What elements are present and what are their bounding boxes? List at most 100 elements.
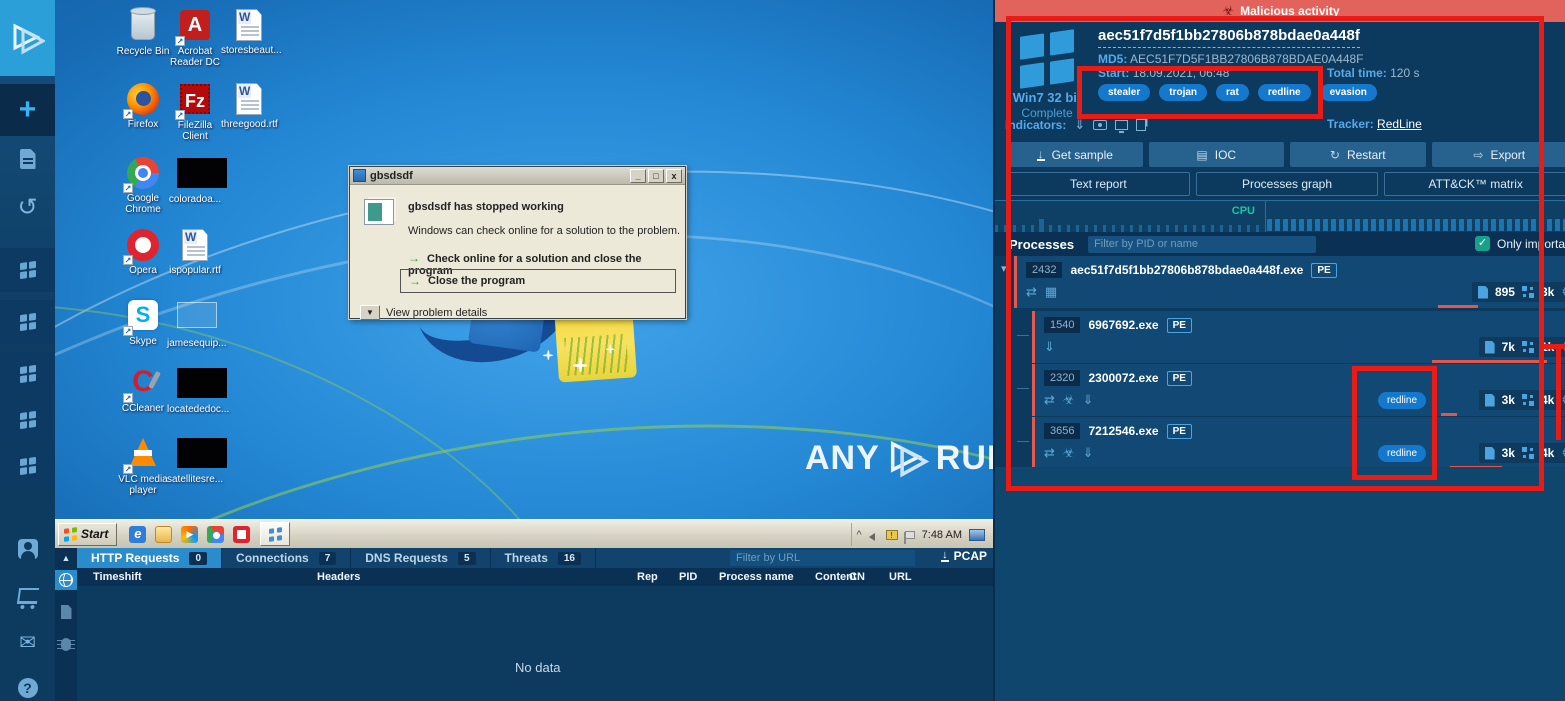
process-row[interactable]: 2320 2300072.exe PE ⇄ ☣ ⇓ redline 3k 4k … bbox=[1032, 364, 1565, 416]
sidebar-item-windows-2[interactable] bbox=[0, 300, 55, 344]
desktop-icon-ccleaner[interactable]: C↗CCleaner bbox=[115, 366, 171, 414]
tag-rat[interactable]: rat bbox=[1216, 84, 1249, 101]
tab-connections[interactable]: Connections 7 bbox=[222, 548, 351, 568]
tracker-link[interactable]: RedLine bbox=[1377, 117, 1422, 131]
mail-button[interactable]: ✉ bbox=[0, 626, 55, 658]
store-button[interactable] bbox=[0, 580, 55, 612]
registry-count[interactable]: 3k bbox=[1541, 285, 1554, 299]
files-view-button[interactable] bbox=[55, 602, 77, 622]
collapse-tree-caret[interactable]: ▾ bbox=[1001, 262, 1007, 275]
tab-http-requests[interactable]: HTTP Requests 0 bbox=[77, 548, 222, 568]
processes-graph-button[interactable]: Processes graph bbox=[1196, 172, 1379, 196]
get-sample-button[interactable]: ↓Get sample bbox=[1007, 142, 1143, 167]
desktop-icon-locatededoc[interactable]: locatededoc... bbox=[167, 366, 223, 415]
volume-icon[interactable] bbox=[869, 531, 879, 539]
process-row[interactable]: 1540 6967692.exe PE ⇓ 7k 1k ⚙ bbox=[1032, 311, 1565, 363]
chrome-taskbar-icon[interactable] bbox=[207, 526, 224, 543]
tab-threats[interactable]: Threats 16 bbox=[491, 548, 596, 568]
clock[interactable]: 7:48 AM bbox=[922, 529, 962, 541]
active-task-button[interactable] bbox=[260, 522, 290, 546]
pcap-download-button[interactable]: ↓ PCAP bbox=[941, 549, 987, 563]
profile-button[interactable] bbox=[0, 533, 55, 565]
ioc-button[interactable]: ▤IOC bbox=[1149, 142, 1285, 167]
files-count[interactable]: 3k bbox=[1502, 446, 1515, 460]
history-button[interactable]: ↺ bbox=[0, 190, 55, 224]
redline-tag[interactable]: redline bbox=[1378, 445, 1426, 462]
tag-redline[interactable]: redline bbox=[1258, 84, 1311, 101]
close-program-option[interactable]: →Close the program bbox=[400, 269, 676, 293]
anyrun-logo[interactable] bbox=[0, 0, 55, 76]
attck-matrix-button[interactable]: ATT&CK™ matrix bbox=[1384, 172, 1565, 196]
registry-count[interactable]: 1k bbox=[1541, 340, 1554, 354]
tray-expand-icon[interactable]: ^ bbox=[856, 529, 861, 541]
minimize-button[interactable]: _ bbox=[630, 169, 646, 183]
collapse-panel-button[interactable]: ▲ bbox=[55, 548, 77, 568]
restart-button[interactable]: ↻Restart bbox=[1290, 142, 1426, 167]
desktop-icon-coloradoa[interactable]: coloradoa... bbox=[167, 156, 223, 205]
desktop-icon-acrobat[interactable]: A↗Acrobat Reader DC bbox=[167, 8, 223, 68]
network-warning-icon[interactable]: ! bbox=[886, 530, 898, 540]
desktop-icon-opera[interactable]: ↗Opera bbox=[115, 228, 171, 276]
vm-desktop[interactable]: ANY RUN Recycle Bin A↗Acrobat Reader DC … bbox=[55, 0, 993, 519]
text-report-button[interactable]: Text report bbox=[1007, 172, 1190, 196]
only-important-checkbox[interactable]: ✓ bbox=[1475, 236, 1490, 251]
new-task-button[interactable]: + bbox=[0, 84, 55, 136]
action-center-flag-icon[interactable] bbox=[905, 531, 915, 539]
close-button[interactable]: x bbox=[666, 169, 682, 183]
process-name[interactable]: 6967692.exe bbox=[1088, 318, 1158, 332]
redline-tag[interactable]: redline bbox=[1378, 392, 1426, 409]
tasks-button[interactable] bbox=[0, 142, 55, 176]
network-view-button[interactable] bbox=[55, 570, 77, 590]
process-name[interactable]: 7212546.exe bbox=[1088, 424, 1158, 438]
desktop-icon-firefox[interactable]: ↗Firefox bbox=[115, 82, 171, 130]
tag-evasion[interactable]: evasion bbox=[1320, 84, 1377, 101]
desktop-icon-vlc[interactable]: ↗VLC media player bbox=[115, 436, 171, 496]
process-name[interactable]: aec51f7d5f1bb27806b878bdae0a448f.exe bbox=[1070, 263, 1303, 277]
desktop-icon-filezilla[interactable]: Fz↗FileZilla Client bbox=[167, 82, 223, 142]
desktop-icon-skype[interactable]: S↗Skype bbox=[115, 298, 171, 347]
show-desktop-button[interactable] bbox=[969, 529, 985, 541]
cpu-timeline[interactable]: CPU bbox=[995, 200, 1565, 232]
sidebar-item-windows-3[interactable] bbox=[0, 352, 55, 396]
files-count[interactable]: 3k bbox=[1502, 393, 1515, 407]
process-name[interactable]: 2300072.exe bbox=[1088, 371, 1158, 385]
registry-count[interactable]: 4k bbox=[1541, 393, 1554, 407]
sample-filename[interactable]: aec51f7d5f1bb27806b878bdae0a448f bbox=[1098, 27, 1360, 48]
sidebar-item-windows-4[interactable] bbox=[0, 398, 55, 442]
tag-stealer[interactable]: stealer bbox=[1098, 84, 1150, 101]
files-count[interactable]: 7k bbox=[1502, 340, 1515, 354]
media-player-icon[interactable]: ▶ bbox=[181, 526, 198, 543]
cpu-tab-label[interactable]: CPU bbox=[1232, 205, 1255, 217]
threats-view-button[interactable] bbox=[55, 634, 77, 654]
desktop-icon-recycle-bin[interactable]: Recycle Bin bbox=[115, 8, 171, 57]
files-count[interactable]: 895 bbox=[1495, 285, 1515, 299]
desktop-icon-satellitesre[interactable]: satellitesre... bbox=[167, 436, 223, 485]
help-button[interactable]: ? bbox=[0, 672, 55, 701]
tag-trojan[interactable]: trojan bbox=[1159, 84, 1207, 101]
desktop-icon-chrome[interactable]: ↗Google Chrome bbox=[115, 156, 171, 215]
only-important-label[interactable]: Only important bbox=[1497, 237, 1565, 251]
sidebar-item-windows-1[interactable] bbox=[0, 248, 55, 292]
desktop-icon-jamesequip[interactable]: jamesequip... bbox=[167, 298, 223, 349]
registry-count-icon bbox=[1522, 447, 1534, 459]
dialog-titlebar[interactable]: gbsdsdf _ □ x bbox=[350, 167, 685, 185]
tab-dns-requests[interactable]: DNS Requests 5 bbox=[351, 548, 490, 568]
details-expand-button[interactable]: ▼ bbox=[360, 305, 380, 320]
start-button[interactable]: Start bbox=[58, 523, 117, 546]
registry-count[interactable]: 4k bbox=[1541, 446, 1554, 460]
url-filter-input[interactable] bbox=[730, 550, 915, 566]
ie-icon[interactable]: e bbox=[129, 526, 146, 543]
folder-icon[interactable] bbox=[155, 526, 172, 543]
process-row[interactable]: 2432 aec51f7d5f1bb27806b878bdae0a448f.ex… bbox=[1014, 256, 1565, 308]
opera-taskbar-icon[interactable] bbox=[233, 526, 250, 543]
view-details-label[interactable]: View problem details bbox=[386, 307, 487, 319]
process-row[interactable]: 3656 7212546.exe PE ⇄ ☣ ⇓ redline 3k 4k … bbox=[1032, 417, 1565, 469]
desktop-icon-storesbeaut[interactable]: storesbeaut... bbox=[221, 8, 277, 56]
desktop-icon-threegood[interactable]: threegood.rtf bbox=[221, 82, 277, 130]
process-filter-input[interactable] bbox=[1088, 236, 1316, 253]
indicator-monitor-icon bbox=[1115, 120, 1128, 130]
maximize-button[interactable]: □ bbox=[648, 169, 664, 183]
sidebar-item-windows-5[interactable] bbox=[0, 444, 55, 488]
desktop-icon-ispopular[interactable]: ispopular.rtf bbox=[167, 228, 223, 276]
export-button[interactable]: ⇨Export bbox=[1432, 142, 1565, 167]
